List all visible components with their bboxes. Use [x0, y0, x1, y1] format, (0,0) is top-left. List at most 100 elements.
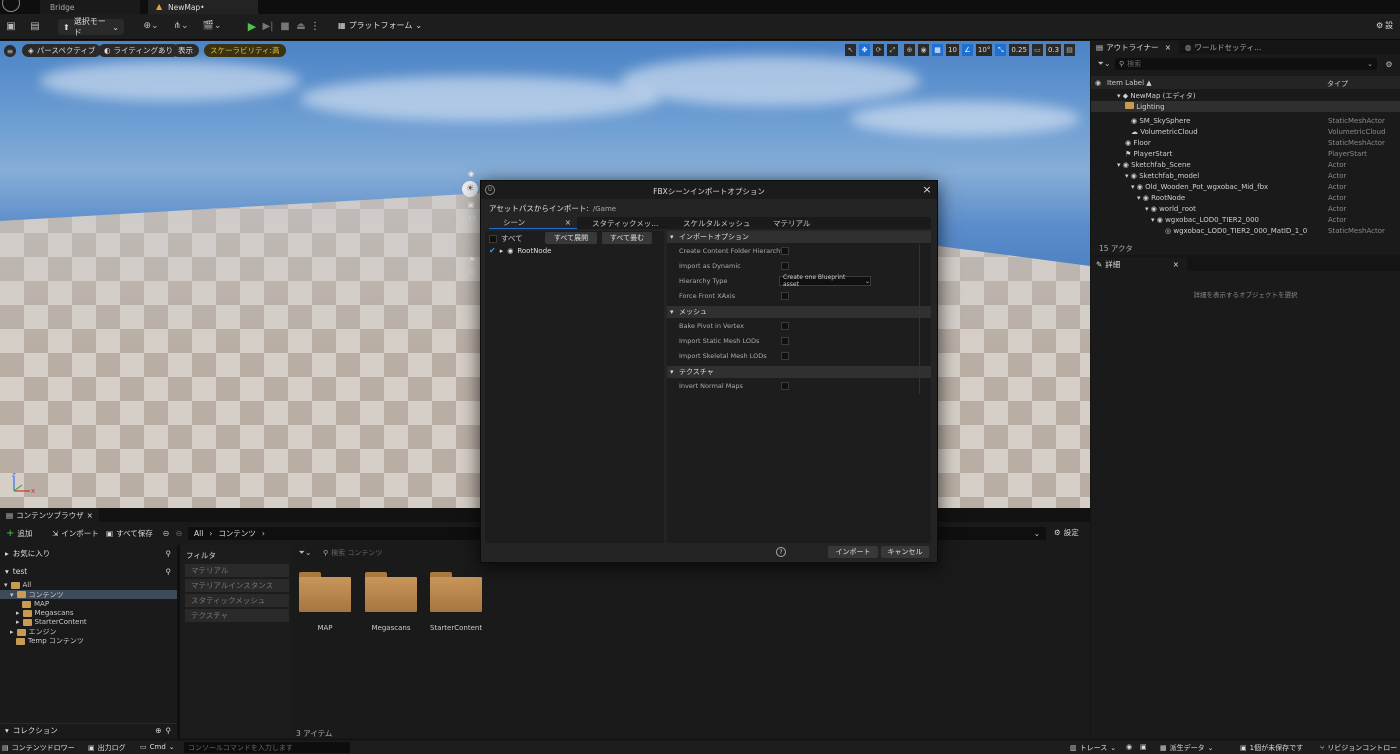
- blueprint-icon[interactable]: ⋔⌄: [170, 20, 192, 32]
- scale-snap-icon[interactable]: ⤡: [995, 44, 1007, 56]
- content-drawer-button[interactable]: ▤ コンテンツドロワー: [2, 743, 75, 753]
- options-scrollbar[interactable]: [919, 244, 920, 394]
- record-icon[interactable]: ◉: [1126, 743, 1132, 751]
- filter-icon[interactable]: ⏷⌄: [297, 548, 313, 558]
- angle-snap-icon[interactable]: ∠: [961, 44, 973, 56]
- tree-item-startercontent[interactable]: ▸ StarterContent: [16, 618, 87, 626]
- tree-item-map[interactable]: MAP: [22, 600, 49, 608]
- tab-skeletal-mesh[interactable]: スケルタルメッシュ: [683, 217, 751, 229]
- collections-header[interactable]: ▾ コレクション ⊕ ⚲: [0, 723, 177, 736]
- column-type[interactable]: タイプ: [1327, 79, 1348, 89]
- help-icon[interactable]: ?: [776, 547, 786, 557]
- platforms-button[interactable]: ▦ プラットフォーム ⌄: [338, 20, 422, 31]
- outliner-row[interactable]: ◎ wgxobac_LOD0_TIER2_000_MatID_1_0 Static…: [1091, 225, 1400, 236]
- checkbox[interactable]: [781, 336, 789, 345]
- filter-material-instance[interactable]: マテリアルインスタンス: [185, 579, 289, 592]
- splitter[interactable]: [177, 545, 180, 738]
- outliner-row[interactable]: ◉ SM_SkySphere StaticMeshActor: [1091, 115, 1400, 126]
- unsaved-button[interactable]: ▣ 1個が未保存です: [1240, 743, 1303, 753]
- checkbox[interactable]: [781, 261, 789, 270]
- outliner-row[interactable]: ▾ ◉ world_root Actor: [1091, 203, 1400, 214]
- filter-texture[interactable]: テクスチャ: [185, 609, 289, 622]
- surface-snap-icon[interactable]: ◉: [918, 44, 929, 56]
- more-options-icon[interactable]: ⋮: [310, 19, 320, 33]
- filter-material[interactable]: マテリアル: [185, 564, 289, 577]
- tab-outliner[interactable]: ▤ アウトライナー ×: [1091, 41, 1179, 54]
- play-icon[interactable]: ▶: [246, 19, 258, 33]
- eject-icon[interactable]: ⏏: [295, 19, 307, 33]
- save-all-button[interactable]: ▣ すべて保存: [106, 527, 153, 539]
- hierarchy-type-dropdown[interactable]: Create one Blueprint asset ⌄: [779, 274, 871, 288]
- lighting-button[interactable]: ◐ ライティングあり: [98, 44, 179, 57]
- output-log-button[interactable]: ▣ 出力ログ: [88, 743, 126, 753]
- mode-selector[interactable]: ⬆ 選択モード ⌄: [58, 17, 124, 37]
- checkbox[interactable]: [781, 351, 789, 360]
- outliner-row[interactable]: ▾ ◉ Sketchfab_Scene Actor: [1091, 159, 1400, 170]
- step-icon[interactable]: ▶|: [262, 19, 274, 33]
- scale-value[interactable]: 0.25: [1009, 44, 1029, 56]
- checkbox[interactable]: [781, 291, 789, 300]
- checkbox[interactable]: [781, 321, 789, 330]
- breadcrumb-content[interactable]: コンテンツ: [218, 528, 256, 539]
- collapse-all-button[interactable]: すべて畳む: [602, 232, 652, 244]
- folder-tile-startercontent[interactable]: StarterContent: [430, 572, 482, 632]
- camera-icon[interactable]: ▣: [1140, 743, 1147, 751]
- world-icon[interactable]: ⊕: [904, 44, 915, 56]
- tree-item-megascans[interactable]: ▸ Megascans: [16, 609, 73, 617]
- add-button[interactable]: + 追加: [6, 527, 32, 539]
- angle-value[interactable]: 10°: [975, 44, 993, 56]
- perspective-button[interactable]: ◈ パースペクティブ: [22, 44, 102, 57]
- tab-newmap[interactable]: ▲ NewMap•: [148, 0, 258, 14]
- tab-world-settings[interactable]: ◍ ワールドセッティ...: [1179, 42, 1261, 53]
- content-settings-button[interactable]: ⚙ 設定: [1054, 527, 1079, 538]
- close-icon[interactable]: ×: [921, 183, 933, 196]
- outliner-row[interactable]: ◉ Floor StaticMeshActor: [1091, 137, 1400, 148]
- add-actor-icon[interactable]: ⊕⌄: [140, 20, 162, 32]
- column-item-label[interactable]: Item Label ▲: [1107, 79, 1152, 87]
- checkbox[interactable]: [781, 381, 789, 390]
- outliner-row[interactable]: ⚑ PlayerStart PlayerStart: [1091, 148, 1400, 159]
- select-all-checkbox[interactable]: すべて: [489, 233, 523, 244]
- outliner-row[interactable]: ▾ ◉ Old_Wooden_Pot_wgxobac_Mid_fbx Actor: [1091, 181, 1400, 192]
- close-icon[interactable]: ×: [565, 218, 571, 227]
- section-mesh[interactable]: ▾ メッシュ: [667, 306, 931, 318]
- content-icon[interactable]: ▤: [29, 20, 41, 32]
- tree-item-content[interactable]: ▾ コンテンツ: [0, 590, 177, 599]
- rotate-tool-icon[interactable]: ⟳: [873, 44, 884, 56]
- folder-tile-megascans[interactable]: Megascans: [365, 572, 417, 632]
- tab-material[interactable]: マテリアル: [773, 217, 810, 229]
- stop-icon[interactable]: ■: [279, 19, 291, 33]
- outliner-search-input[interactable]: ⚲ 検索 ⌄: [1115, 58, 1377, 70]
- outliner-row[interactable]: ▾ ◉ Sketchfab_model Actor: [1091, 170, 1400, 181]
- tab-content-browser[interactable]: ▤ コンテンツブラウザ ×: [0, 508, 99, 522]
- select-tool-icon[interactable]: ↖: [845, 44, 856, 56]
- scale-tool-icon[interactable]: ⤢: [887, 44, 898, 56]
- project-header[interactable]: ▾ test ⚲: [0, 565, 177, 577]
- save-icon[interactable]: ▣: [5, 20, 17, 32]
- camera-value[interactable]: 0.3: [1045, 44, 1062, 56]
- folder-tile-map[interactable]: MAP: [299, 572, 351, 632]
- cmd-selector[interactable]: ▭ Cmd ⌄: [140, 743, 175, 751]
- search-icon[interactable]: ⚲: [166, 726, 172, 735]
- back-icon[interactable]: ⊖: [161, 527, 171, 539]
- import-button[interactable]: インポート: [828, 546, 878, 558]
- cancel-button[interactable]: キャンセル: [881, 546, 929, 558]
- layout-icon[interactable]: ▤: [1064, 44, 1076, 56]
- close-icon[interactable]: ×: [87, 511, 93, 520]
- grid-value[interactable]: 10: [946, 44, 959, 56]
- tree-item-temp[interactable]: Temp コンテンツ: [16, 636, 84, 646]
- move-tool-icon[interactable]: ✥: [859, 44, 870, 56]
- favorites-header[interactable]: ▸ お気に入り ⚲: [0, 547, 177, 559]
- outliner-row[interactable]: ▾ ◉ RootNode Actor: [1091, 192, 1400, 203]
- derived-data-button[interactable]: ▦ 派生データ ⌄: [1160, 743, 1214, 753]
- trace-button[interactable]: ▥ トレース ⌄: [1070, 743, 1116, 753]
- import-button[interactable]: ⇲ インポート: [52, 527, 99, 539]
- sequence-icon[interactable]: 🎬⌄: [200, 20, 224, 32]
- checkbox[interactable]: [781, 246, 789, 255]
- breadcrumb-all[interactable]: All: [194, 529, 203, 538]
- outliner-row[interactable]: ☁ VolumetricCloud VolumetricCloud: [1091, 126, 1400, 137]
- section-texture[interactable]: ▾ テクスチャ: [667, 366, 931, 378]
- camera-speed-icon[interactable]: ▭: [1031, 44, 1043, 56]
- grid-snap-icon[interactable]: ▦: [932, 44, 943, 56]
- forward-icon[interactable]: ⊖: [174, 527, 184, 539]
